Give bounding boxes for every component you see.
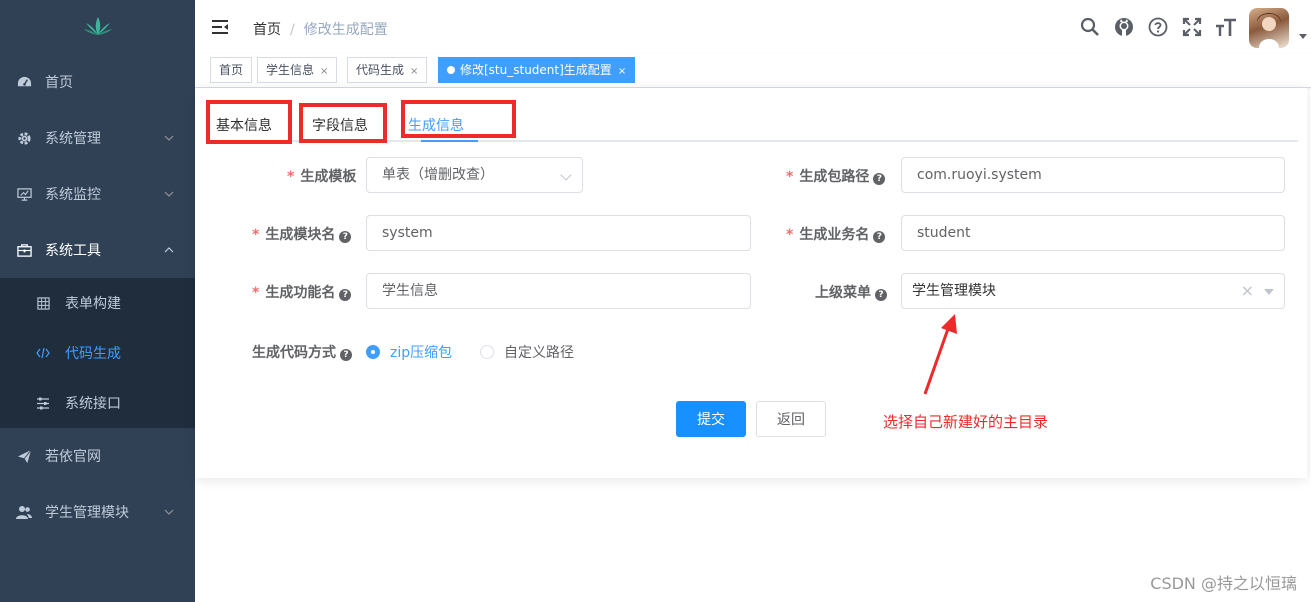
fullscreen-icon[interactable] (1175, 0, 1209, 54)
sidebar-item-system-tools[interactable]: 系统工具 (0, 222, 195, 278)
submit-button[interactable]: 提交 (676, 401, 746, 437)
tag-code-gen[interactable]: 代码生成 × (347, 57, 428, 83)
chevron-down-icon (560, 169, 572, 181)
sidebar-item-label: 学生管理模块 (45, 505, 129, 521)
breadcrumb: 首页 / 修改生成配置 (253, 19, 388, 39)
tab-active-indicator (421, 140, 478, 142)
tpl-label: * 生成模板 (287, 169, 357, 185)
pkg-label: * 生成包路径? (786, 166, 886, 186)
sliders-icon (36, 396, 50, 410)
font-size-icon[interactable] (1209, 0, 1243, 54)
sidebar-item-code-gen[interactable]: 代码生成 (0, 328, 195, 378)
github-icon[interactable] (1107, 0, 1141, 54)
close-icon[interactable]: × (618, 66, 626, 77)
close-icon[interactable]: × (410, 66, 418, 77)
sidebar-item-label: 若依官网 (45, 449, 101, 465)
highlight-box (206, 100, 292, 144)
users-icon (16, 504, 32, 520)
sidebar: 首页 系统管理 系统监控 系统工具 表单构建 代码生成 系统接口 若依官网 学生… (0, 0, 195, 602)
business-input[interactable]: student (901, 215, 1285, 251)
chevron-down-icon (164, 509, 174, 515)
highlight-box (401, 100, 516, 138)
caret-down-icon (1299, 34, 1307, 39)
pkg-input[interactable]: com.ruoyi.system (901, 157, 1285, 193)
right-menu (1073, 0, 1311, 54)
tag-edit-config[interactable]: 修改[stu_student]生成配置 × (438, 57, 636, 83)
chevron-down-icon (164, 135, 174, 141)
func-input[interactable]: 学生信息 (366, 273, 751, 309)
help-icon[interactable]: ? (875, 289, 887, 301)
back-button[interactable]: 返回 (756, 401, 826, 437)
help-icon[interactable]: ? (339, 289, 352, 301)
radio-circle (480, 345, 494, 359)
sidebar-item-student-module[interactable]: 学生管理模块 (0, 484, 195, 540)
logo[interactable] (0, 0, 195, 52)
radio-custom-path[interactable]: 自定义路径 (480, 342, 574, 362)
code-icon (36, 346, 50, 360)
business-label: * 生成业务名? (786, 224, 886, 244)
tag-label: 学生信息 (266, 63, 315, 77)
tag-label: 代码生成 (356, 63, 405, 77)
help-icon[interactable]: ? (873, 173, 886, 185)
help-icon[interactable]: ? (340, 349, 352, 361)
tag-label: 修改[stu_student]生成配置 (460, 63, 612, 77)
search-icon[interactable] (1073, 0, 1107, 54)
sidebar-item-label: 系统管理 (45, 131, 101, 147)
avatar[interactable] (1249, 8, 1289, 48)
annotation-text: 选择自己新建好的主目录 (883, 413, 1049, 431)
watermark: CSDN @持之以恒璃 (1150, 574, 1297, 593)
sidebar-item-system-api[interactable]: 系统接口 (0, 378, 195, 428)
breadcrumb-separator: / (290, 22, 295, 38)
sidebar-item-form-builder[interactable]: 表单构建 (0, 278, 195, 328)
parent-menu-label: 上级菜单? (815, 282, 887, 302)
annotation-arrow-icon (923, 314, 957, 395)
highlight-box (299, 103, 387, 143)
tpl-select[interactable]: 单表（增删改查） (366, 157, 583, 193)
help-icon[interactable]: ? (339, 231, 352, 243)
sidebar-item-system-monitor[interactable]: 系统监控 (0, 166, 195, 222)
sidebar-item-ruoyi-site[interactable]: 若依官网 (0, 428, 195, 484)
user-avatar-dropdown[interactable] (1249, 0, 1311, 54)
sidebar-item-label: 代码生成 (65, 346, 121, 362)
sidebar-item-label: 系统工具 (45, 243, 101, 259)
gear-icon (16, 130, 32, 146)
close-icon[interactable]: × (320, 66, 328, 77)
config-card: 基本信息 字段信息 生成信息 * 生成模板 单表（增删改查） * 生成包路径? co… (195, 88, 1307, 478)
tag-label: 首页 (219, 63, 244, 77)
help-icon[interactable]: ? (873, 231, 886, 243)
radio-zip[interactable]: zip压缩包 (366, 342, 452, 362)
monitor-icon (16, 186, 32, 202)
sidebar-item-label: 表单构建 (65, 296, 121, 312)
caret-down-icon (1264, 289, 1274, 295)
sidebar-item-label: 系统接口 (65, 396, 121, 412)
paper-plane-icon (16, 448, 32, 464)
dashboard-icon (16, 74, 32, 90)
parent-menu-treeselect[interactable]: 学生管理模块 × (901, 273, 1285, 309)
sidebar-item-system-manage[interactable]: 系统管理 (0, 110, 195, 166)
breadcrumb-home[interactable]: 首页 (253, 22, 281, 38)
tags-view: 首页 学生信息 × 代码生成 × 修改[stu_student]生成配置 × (195, 54, 1311, 88)
grid-icon (36, 296, 50, 310)
module-input[interactable]: system (366, 215, 751, 251)
func-label: * 生成功能名? (252, 282, 352, 302)
clear-icon[interactable]: × (1241, 274, 1254, 308)
chevron-down-icon (164, 191, 174, 197)
submenu-system-tools: 表单构建 代码生成 系统接口 (0, 278, 195, 428)
navbar: 首页 / 修改生成配置 (195, 0, 1311, 54)
tag-home[interactable]: 首页 (210, 57, 253, 83)
sidebar-item-label: 首页 (45, 75, 73, 91)
toolbox-icon (16, 242, 32, 258)
gen-type-label: 生成代码方式? (252, 342, 352, 362)
breadcrumb-current: 修改生成配置 (303, 22, 388, 38)
sidebar-item-label: 系统监控 (45, 187, 101, 203)
hamburger-icon[interactable] (211, 18, 229, 36)
sidebar-item-home[interactable]: 首页 (0, 54, 195, 110)
radio-circle (366, 345, 380, 359)
active-dot-icon (447, 66, 455, 74)
chevron-up-icon (164, 247, 174, 253)
lotus-logo-icon (83, 17, 112, 35)
module-label: * 生成模块名? (252, 224, 352, 244)
help-circle-icon[interactable] (1141, 0, 1175, 54)
tag-student-info[interactable]: 学生信息 × (257, 57, 338, 83)
